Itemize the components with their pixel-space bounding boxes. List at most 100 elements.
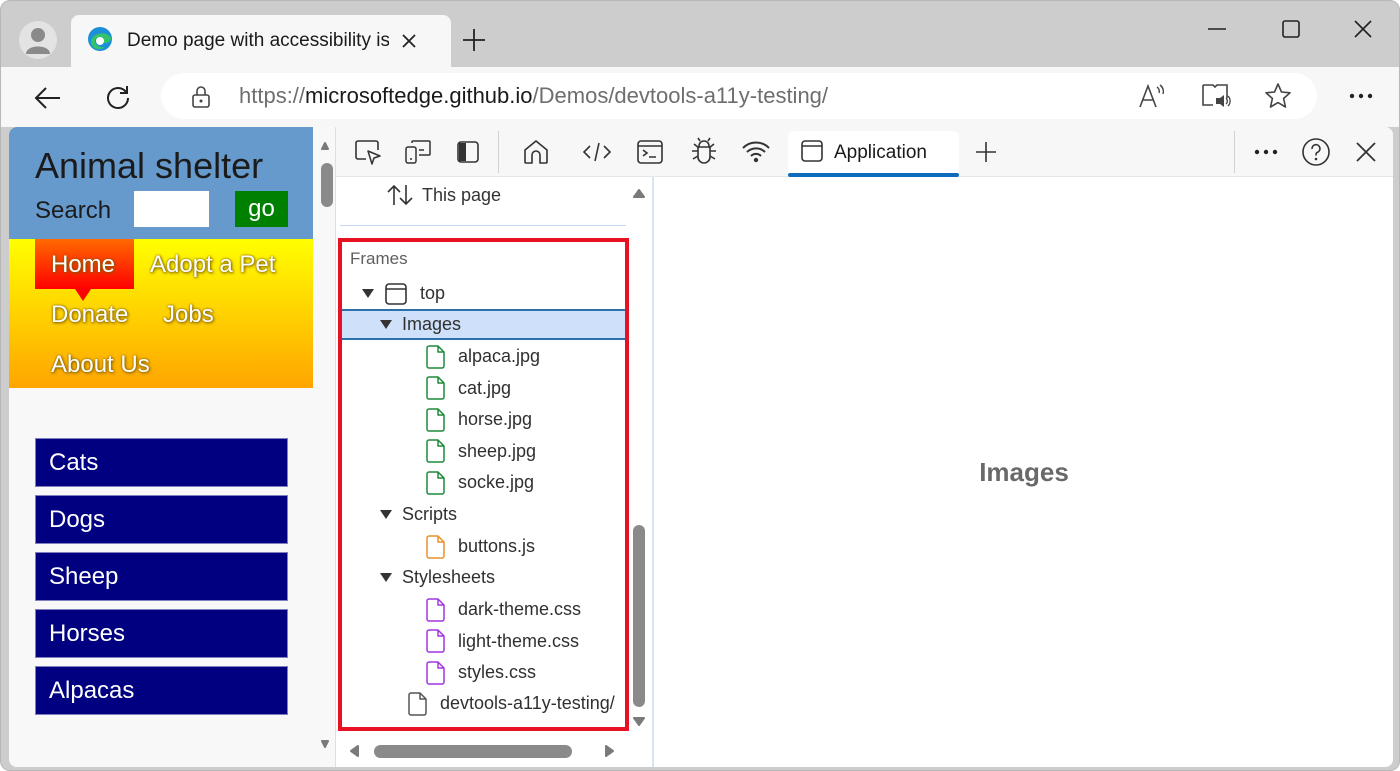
file-label: horse.jpg — [458, 409, 532, 430]
search-input[interactable] — [134, 191, 209, 227]
nav-link-adopt[interactable]: Adopt a Pet — [150, 251, 275, 279]
read-aloud-icon[interactable] — [1137, 81, 1167, 111]
tab-application-label: Application — [834, 142, 927, 164]
tree-item-file[interactable]: buttons.js — [342, 531, 628, 562]
help-icon[interactable] — [1300, 136, 1332, 168]
tree-item-file[interactable]: styles.css — [342, 657, 628, 688]
file-label: dark-theme.css — [458, 599, 581, 620]
animal-link-sheep[interactable]: Sheep — [35, 552, 288, 601]
edge-logo-icon — [87, 26, 113, 57]
tree-item-file[interactable]: cat.jpg — [342, 373, 628, 404]
tree-item-images[interactable]: Images — [342, 309, 628, 340]
animal-link-horses[interactable]: Horses — [35, 609, 288, 658]
file-label: socke.jpg — [458, 472, 534, 493]
devtools-toolbar: Application — [336, 127, 1393, 177]
storage-source-label: This page — [422, 185, 501, 206]
go-button[interactable]: go — [235, 191, 288, 227]
tree-item-file[interactable]: sheep.jpg — [342, 436, 628, 467]
minimize-button[interactable] — [1197, 15, 1237, 43]
tree-item-file[interactable]: light-theme.css — [342, 626, 628, 657]
close-devtools-icon[interactable] — [1350, 136, 1382, 168]
dock-side-icon[interactable] — [452, 136, 484, 168]
devtools-panel: Application — [335, 127, 1393, 767]
sidebar-horizontal-scrollbar[interactable] — [336, 737, 628, 767]
inspect-element-icon[interactable] — [352, 136, 384, 168]
file-icon — [426, 661, 446, 685]
content-viewport: Animal shelter Search go Home Adopt a Pe… — [9, 127, 1393, 767]
expand-triangle-icon[interactable] — [380, 573, 392, 582]
back-button[interactable] — [31, 81, 65, 115]
new-tab-button[interactable] — [461, 27, 487, 58]
sort-arrows-icon — [386, 183, 414, 207]
refresh-button[interactable] — [101, 81, 135, 115]
storage-source-selector[interactable]: This page — [386, 183, 501, 207]
expand-triangle-icon[interactable] — [362, 289, 374, 298]
file-icon — [426, 376, 446, 400]
more-tools-plus-icon[interactable] — [970, 136, 1002, 168]
file-icon — [426, 345, 446, 369]
page-scrollbar[interactable] — [313, 127, 335, 767]
profile-avatar[interactable] — [19, 21, 57, 59]
webpage: Animal shelter Search go Home Adopt a Pe… — [9, 127, 313, 767]
expand-triangle-icon[interactable] — [380, 510, 392, 519]
window-close-button[interactable] — [1343, 15, 1383, 43]
tree-item-file[interactable]: horse.jpg — [342, 404, 628, 435]
tree-item-file[interactable]: dark-theme.css — [342, 594, 628, 625]
application-main-pane: Images — [654, 177, 1393, 767]
document-file-icon — [408, 692, 428, 716]
network-wifi-icon[interactable] — [740, 136, 772, 168]
nav-link-jobs[interactable]: Jobs — [163, 301, 214, 329]
file-label: buttons.js — [458, 536, 535, 557]
maximize-button[interactable] — [1271, 15, 1311, 43]
customize-more-icon[interactable] — [1250, 136, 1282, 168]
browser-tab[interactable]: Demo page with accessibility issues — [71, 15, 451, 67]
tab-close-icon[interactable] — [401, 33, 417, 49]
expand-triangle-icon[interactable] — [380, 320, 392, 329]
immersive-reader-icon[interactable] — [1201, 81, 1231, 111]
site-title: Animal shelter — [35, 145, 263, 187]
file-label: light-theme.css — [458, 631, 579, 652]
home-arrow — [75, 289, 91, 301]
animal-link-dogs[interactable]: Dogs — [35, 495, 288, 544]
sidebar-vertical-scrollbar[interactable] — [628, 177, 650, 737]
frames-section-label: Frames — [350, 249, 408, 269]
browser-window: Demo page with accessibility issues — [0, 0, 1400, 771]
url-path: /Demos/devtools-a11y-testing/ — [533, 83, 829, 108]
nav-link-home[interactable]: Home — [51, 251, 115, 279]
tree-item-document[interactable]: devtools-a11y-testing/ — [342, 688, 632, 719]
animal-link-cats[interactable]: Cats — [35, 438, 288, 487]
sidebar-divider — [340, 225, 626, 226]
url-scheme: https:// — [239, 83, 305, 108]
url-text[interactable]: https://microsoftedge.github.io/Demos/de… — [239, 83, 828, 109]
sources-bug-icon[interactable] — [688, 136, 720, 168]
main-pane-title: Images — [654, 457, 1393, 488]
tree-item-scripts[interactable]: Scripts — [342, 499, 628, 530]
console-icon[interactable] — [634, 136, 666, 168]
file-label: alpaca.jpg — [458, 346, 540, 367]
frame-label: top — [420, 283, 445, 304]
navigation-bar: https://microsoftedge.github.io/Demos/de… — [1, 67, 1399, 127]
file-icon — [426, 535, 446, 559]
favorite-star-icon[interactable] — [1263, 81, 1293, 111]
tree-item-stylesheets[interactable]: Stylesheets — [342, 562, 628, 593]
toolbar-separator-right — [1234, 131, 1235, 173]
nav-link-about[interactable]: About Us — [51, 351, 150, 379]
tab-title: Demo page with accessibility issues — [127, 30, 389, 52]
group-label-stylesheets: Stylesheets — [402, 567, 495, 588]
site-header: Animal shelter Search go — [9, 127, 313, 239]
lock-icon[interactable] — [191, 85, 211, 114]
tree-item-top-frame[interactable]: top — [342, 278, 628, 309]
elements-code-icon[interactable] — [581, 136, 613, 168]
tree-item-file[interactable]: socke.jpg — [342, 467, 628, 498]
animal-link-alpacas[interactable]: Alpacas — [35, 666, 288, 715]
tab-application[interactable]: Application — [788, 131, 959, 175]
welcome-home-icon[interactable] — [520, 136, 552, 168]
file-icon — [426, 408, 446, 432]
url-host: microsoftedge.github.io — [305, 83, 532, 108]
address-bar[interactable]: https://microsoftedge.github.io/Demos/de… — [161, 73, 1317, 119]
browser-menu-button[interactable] — [1343, 81, 1379, 111]
nav-link-donate[interactable]: Donate — [51, 301, 128, 329]
device-emulation-icon[interactable] — [402, 136, 434, 168]
file-label: sheep.jpg — [458, 441, 536, 462]
tree-item-file[interactable]: alpaca.jpg — [342, 341, 628, 372]
